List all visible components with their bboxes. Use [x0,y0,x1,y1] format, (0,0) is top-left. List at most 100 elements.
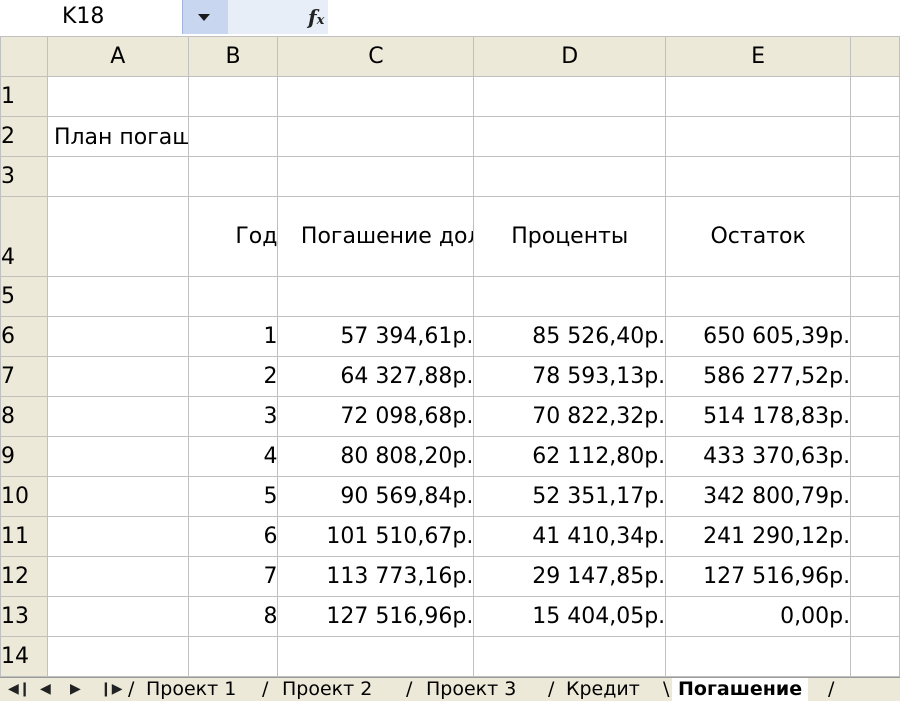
interest-cell[interactable]: 62 112,80р. [473,436,667,477]
cell[interactable] [850,196,900,277]
row-header[interactable]: 11 [0,516,48,557]
cell[interactable] [473,116,667,157]
cell[interactable] [46,196,189,277]
interest-cell[interactable]: 85 526,40р. [473,316,667,357]
cell[interactable] [46,556,189,597]
cell[interactable] [46,276,189,317]
year-cell[interactable]: 6 [187,516,279,557]
interest-cell[interactable]: 70 822,32р. [473,396,667,437]
cell[interactable] [46,156,189,197]
row-header[interactable]: 13 [0,596,48,637]
cell[interactable] [473,276,667,317]
row-header[interactable]: 8 [0,396,48,437]
tab-pogashenie[interactable]: Погашение [672,678,809,701]
name-box[interactable]: K18 [0,0,183,34]
column-header-f[interactable] [850,36,900,77]
cell[interactable] [850,316,900,357]
tab-proekt-1[interactable]: Проект 1 [140,678,242,701]
cell[interactable] [850,116,900,157]
balance-cell[interactable]: 0,00р. [665,596,852,637]
cell[interactable] [473,156,667,197]
balance-cell[interactable]: 586 277,52р. [665,356,852,397]
cell[interactable] [277,116,475,157]
tab-kredit[interactable]: Кредит [560,678,646,701]
cell[interactable] [46,76,189,117]
cell[interactable]: План погашения [46,116,189,157]
debt-cell[interactable]: 113 773,16р. [277,556,475,597]
cell[interactable] [850,356,900,397]
year-cell[interactable]: 8 [187,596,279,637]
year-cell[interactable]: 5 [187,476,279,517]
cell[interactable] [850,556,900,597]
row-header[interactable]: 4 [0,196,48,277]
cell[interactable] [665,76,852,117]
cell[interactable] [46,516,189,557]
debt-cell[interactable]: 101 510,67р. [277,516,475,557]
interest-cell[interactable]: 78 593,13р. [473,356,667,397]
name-box-dropdown-button[interactable] [182,0,229,34]
year-cell[interactable]: 3 [187,396,279,437]
row-header[interactable]: 14 [0,636,48,677]
cell[interactable] [665,156,852,197]
prev-sheet-icon[interactable]: ◀ [40,682,51,696]
balance-header[interactable]: Остаток [665,196,852,277]
balance-cell[interactable]: 514 178,83р. [665,396,852,437]
interest-cell[interactable]: 41 410,34р. [473,516,667,557]
debt-cell[interactable]: 80 808,20р. [277,436,475,477]
cell[interactable] [277,156,475,197]
name-box-value[interactable]: K18 [62,4,104,29]
interest-header[interactable]: Проценты [473,196,667,277]
row-header[interactable]: 10 [0,476,48,517]
year-cell[interactable]: 4 [187,436,279,477]
year-header[interactable]: Год [187,196,279,277]
column-header-b[interactable]: B [187,36,279,77]
cell[interactable] [277,636,475,677]
column-header-d[interactable]: D [473,36,667,77]
cell[interactable] [850,476,900,517]
cell[interactable] [850,436,900,477]
cell[interactable] [46,356,189,397]
cell[interactable] [46,396,189,437]
cell[interactable] [665,636,852,677]
row-header[interactable]: 9 [0,436,48,477]
cell[interactable] [46,476,189,517]
debt-cell[interactable]: 57 394,61р. [277,316,475,357]
cell[interactable] [187,276,279,317]
balance-cell[interactable]: 650 605,39р. [665,316,852,357]
cell[interactable] [850,76,900,117]
year-cell[interactable]: 7 [187,556,279,597]
debt-cell[interactable]: 64 327,88р. [277,356,475,397]
row-header[interactable]: 12 [0,556,48,597]
column-header-c[interactable]: C [277,36,475,77]
row-header[interactable]: 5 [0,276,48,317]
cell[interactable] [46,316,189,357]
cell[interactable] [187,76,279,117]
first-sheet-icon[interactable]: ◀❙ [8,682,31,696]
row-header[interactable]: 2 [0,116,48,157]
balance-cell[interactable]: 127 516,96р. [665,556,852,597]
year-cell[interactable]: 1 [187,316,279,357]
tab-proekt-2[interactable]: Проект 2 [276,678,378,701]
cell[interactable] [187,636,279,677]
balance-cell[interactable]: 433 370,63р. [665,436,852,477]
cell[interactable] [850,276,900,317]
cell[interactable] [277,276,475,317]
cell[interactable] [850,156,900,197]
column-header-e[interactable]: E [665,36,852,77]
interest-cell[interactable]: 29 147,85р. [473,556,667,597]
formula-input[interactable] [328,0,900,34]
select-all-corner[interactable] [0,36,48,77]
cell[interactable] [187,116,279,157]
year-cell[interactable]: 2 [187,356,279,397]
row-header[interactable]: 1 [0,76,48,117]
cell[interactable] [46,436,189,477]
cell[interactable] [473,76,667,117]
cell[interactable] [46,636,189,677]
cell[interactable] [665,276,852,317]
interest-cell[interactable]: 52 351,17р. [473,476,667,517]
next-sheet-icon[interactable]: ▶ [70,682,81,696]
cell[interactable] [850,396,900,437]
cell[interactable] [46,596,189,637]
cell[interactable] [850,596,900,637]
cell[interactable] [665,116,852,157]
